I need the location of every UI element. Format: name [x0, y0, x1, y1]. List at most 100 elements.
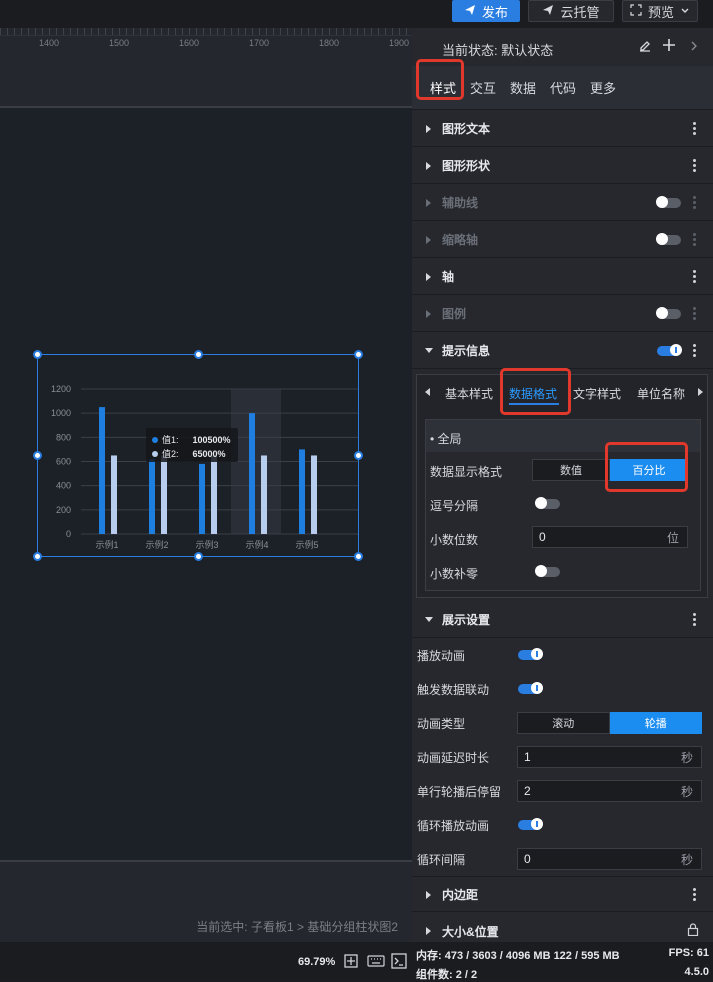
tab-more[interactable]: 更多 — [590, 78, 616, 97]
anim-type-label: 动画类型 — [417, 717, 466, 731]
version-label: 4.5.0 — [684, 966, 709, 978]
global-text: 全局 — [437, 432, 462, 446]
zoom-axis-toggle[interactable] — [656, 233, 681, 245]
more-icon[interactable] — [693, 194, 697, 211]
tab-code[interactable]: 代码 — [550, 78, 576, 97]
more-icon[interactable] — [693, 157, 697, 174]
subtab-basic-style[interactable]: 基本样式 — [445, 385, 493, 402]
status-bar: 69.79% — [0, 942, 412, 980]
section-guideline[interactable]: 辅助线 — [412, 185, 713, 221]
more-icon[interactable] — [693, 268, 697, 285]
scroll-left-icon[interactable] — [425, 385, 431, 399]
more-icon[interactable] — [693, 231, 697, 248]
loop-label: 循环播放动画 — [417, 819, 490, 833]
chart-tooltip: 值1: 100500% 值2: 65000% — [146, 428, 238, 462]
publish-label: 发布 — [481, 4, 508, 20]
resize-handle[interactable] — [33, 451, 42, 460]
lock-icon[interactable] — [687, 923, 699, 939]
preview-button[interactable]: 预览 — [622, 0, 698, 22]
add-icon[interactable] — [662, 38, 676, 55]
tab-data[interactable]: 数据 — [510, 78, 536, 97]
section-legend[interactable]: 图例 — [412, 296, 713, 332]
resize-handle[interactable] — [354, 552, 363, 561]
chevron-right-icon[interactable] — [690, 40, 698, 54]
legend-toggle[interactable] — [656, 307, 681, 319]
interval-label: 循环间隔 — [417, 853, 466, 867]
stay-value: 2 — [524, 784, 531, 798]
subtab-text-style[interactable]: 文字样式 — [573, 385, 621, 402]
section-label: 内边距 — [442, 887, 479, 902]
delay-input[interactable]: 1 秒 — [517, 746, 702, 768]
section-label: 大小&位置 — [442, 924, 499, 939]
play-anim-toggle[interactable] — [518, 648, 543, 660]
resize-handle[interactable] — [33, 350, 42, 359]
anim-scroll-option[interactable]: 滚动 — [517, 712, 610, 734]
send-icon — [542, 4, 554, 19]
chevron-down-icon — [680, 4, 690, 19]
resize-handle[interactable] — [194, 552, 203, 561]
format-number-option[interactable]: 数值 — [532, 459, 610, 481]
resize-handle[interactable] — [194, 350, 203, 359]
pad-zero-toggle[interactable] — [535, 565, 560, 577]
send-icon — [464, 4, 476, 19]
edit-icon[interactable] — [638, 39, 652, 56]
pad-zero-label: 小数补零 — [430, 567, 479, 581]
more-icon[interactable] — [693, 305, 697, 322]
section-label: 展示设置 — [442, 613, 491, 627]
anim-type-segmented[interactable]: 滚动 轮播 — [517, 712, 702, 734]
resize-handle[interactable] — [354, 350, 363, 359]
section-shape-text[interactable]: 图形文本 — [412, 111, 713, 147]
loop-toggle[interactable] — [518, 818, 543, 830]
cloud-hosting-button[interactable]: 云托管 — [528, 0, 614, 22]
expand-icon — [426, 162, 431, 170]
resize-handle[interactable] — [354, 451, 363, 460]
comma-toggle[interactable] — [535, 497, 560, 509]
top-toolbar: 发布 云托管 预览 — [0, 0, 713, 28]
expand-icon — [426, 927, 431, 935]
interval-input[interactable]: 0 秒 — [517, 848, 702, 870]
fit-screen-icon[interactable] — [343, 953, 359, 972]
terminal-icon[interactable] — [391, 953, 407, 972]
more-icon[interactable] — [693, 342, 697, 359]
section-label: 图形文本 — [442, 122, 491, 136]
decimals-input[interactable]: 0 位 — [532, 526, 688, 548]
interval-value: 0 — [524, 852, 531, 866]
resize-handle[interactable] — [33, 552, 42, 561]
highlight-box — [605, 442, 688, 492]
subtab-unit-name[interactable]: 单位名称 — [637, 385, 685, 402]
section-zoom-axis[interactable]: 缩略轴 — [412, 222, 713, 258]
more-icon[interactable] — [693, 611, 697, 628]
current-state-label: 当前状态: 默认状态 — [442, 43, 554, 58]
ruler-tick: 1600 — [179, 38, 200, 48]
section-size-position[interactable]: 大小&位置 — [412, 913, 713, 949]
expand-icon — [426, 273, 431, 281]
tooltip-value: 100500% — [192, 434, 231, 445]
tooltip-toggle[interactable] — [657, 344, 682, 356]
guideline-toggle[interactable] — [656, 196, 681, 208]
section-shape-form[interactable]: 图形形状 — [412, 148, 713, 184]
format-label: 数据显示格式 — [430, 465, 503, 479]
section-display[interactable]: 展示设置 — [412, 602, 713, 638]
delay-label: 动画延迟时长 — [417, 751, 490, 765]
stay-label: 单行轮播后停留 — [417, 785, 502, 799]
anim-carousel-option[interactable]: 轮播 — [609, 712, 702, 734]
stay-input[interactable]: 2 秒 — [517, 780, 702, 802]
comma-label: 逗号分隔 — [430, 499, 479, 513]
scroll-right-icon[interactable] — [697, 385, 703, 399]
ruler-tick: 1700 — [249, 38, 270, 48]
trigger-link-toggle[interactable] — [518, 682, 543, 694]
ruler-tick: 1900 — [389, 38, 410, 48]
tooltip-label: 值2: — [162, 449, 179, 459]
decimals-value: 0 — [539, 530, 546, 544]
keyboard-icon[interactable] — [367, 953, 385, 972]
horizontal-ruler: 1400 1500 1600 1700 1800 1900 — [0, 28, 412, 108]
expand-icon — [426, 891, 431, 899]
tab-interaction[interactable]: 交互 — [470, 78, 496, 97]
more-icon[interactable] — [693, 886, 697, 903]
ruler-tick: 1500 — [109, 38, 130, 48]
more-icon[interactable] — [693, 120, 697, 137]
section-padding[interactable]: 内边距 — [412, 876, 713, 912]
publish-button[interactable]: 发布 — [452, 0, 520, 22]
section-tooltip[interactable]: 提示信息 — [412, 333, 713, 369]
section-axis[interactable]: 轴 — [412, 259, 713, 295]
